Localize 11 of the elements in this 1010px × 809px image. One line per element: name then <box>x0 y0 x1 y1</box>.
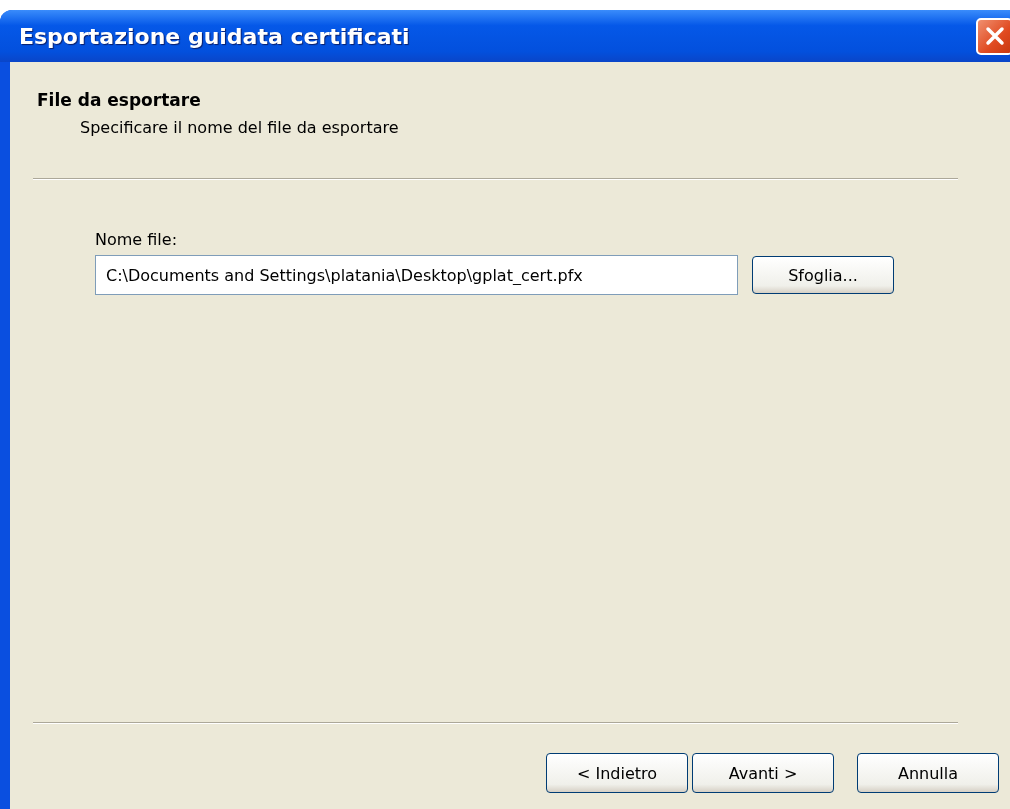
browse-button[interactable]: Sfoglia... <box>752 256 894 294</box>
window-title: Esportazione guidata certificati <box>19 23 410 49</box>
close-icon <box>983 25 1006 47</box>
file-name-field[interactable]: C:\Documents and Settings\platania\Desktop\gplat_cert.pfx <box>95 255 738 295</box>
page-heading: File da esportare <box>37 90 202 110</box>
field-label: Nome file: <box>95 230 179 249</box>
page-subtitle: Specificare il nome del file da esportare <box>79 118 400 137</box>
next-button[interactable]: Avanti > <box>692 753 834 793</box>
back-button[interactable]: < Indietro <box>546 753 688 793</box>
cancel-button[interactable]: Annulla <box>857 753 999 793</box>
close-button[interactable] <box>976 17 1010 55</box>
